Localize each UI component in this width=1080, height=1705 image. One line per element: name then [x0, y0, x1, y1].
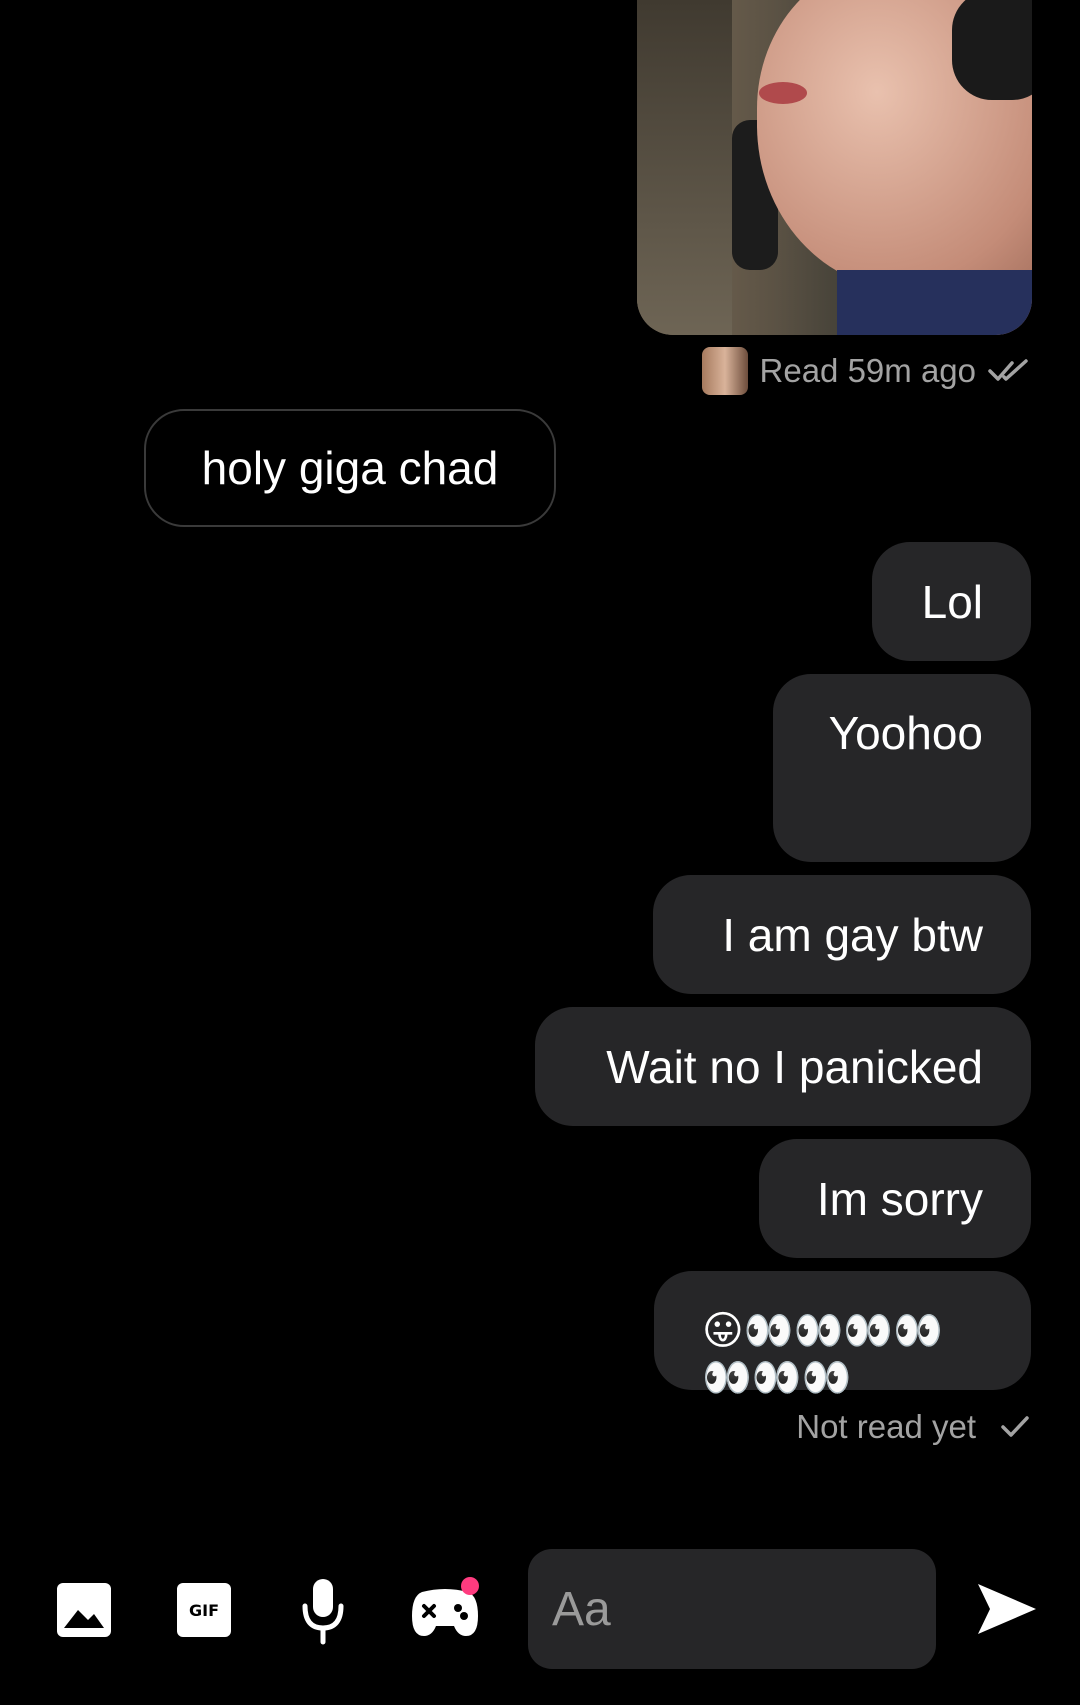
read-receipt-text: Read 59m ago [759, 352, 976, 389]
outgoing-message[interactable]: Im sorry [759, 1139, 1031, 1258]
message-text: Lol [921, 576, 983, 628]
message-text: Wait no I panicked [606, 1041, 983, 1093]
gif-label: GIF [177, 1583, 231, 1637]
photo-shirt [837, 270, 1032, 335]
message-text: holy giga chad [201, 442, 499, 494]
message-input[interactable]: Aa [528, 1549, 936, 1669]
delivery-status-row: Not read yet [796, 1402, 1030, 1452]
photo-background [637, 0, 732, 335]
message-text: Im sorry [816, 1173, 983, 1225]
outgoing-message[interactable]: 😛👀👀👀👀👀👀👀 [654, 1271, 1031, 1400]
message-input-placeholder: Aa [552, 1582, 611, 1636]
photo-headphone [952, 0, 1032, 100]
read-receipt-row: Read 59m ago [701, 346, 1030, 396]
outgoing-message[interactable]: Lol [872, 542, 1031, 661]
game-controller-icon[interactable] [408, 1576, 482, 1642]
outgoing-message[interactable]: Wait no I panicked [535, 1007, 1031, 1126]
outgoing-message[interactable]: I am gay btw [653, 875, 1031, 994]
message-text: Yoohoo [828, 707, 983, 759]
check-icon [1000, 1414, 1030, 1440]
gif-icon[interactable]: GIF [176, 1582, 232, 1638]
message-text: I am gay btw [722, 909, 983, 961]
outgoing-message[interactable]: Yoohoo [773, 674, 1031, 862]
double-check-icon [988, 357, 1030, 385]
incoming-message[interactable]: holy giga chad [144, 409, 556, 527]
delivery-status-text: Not read yet [796, 1408, 976, 1445]
photo-lips [759, 82, 807, 104]
send-icon[interactable] [974, 1580, 1040, 1638]
avatar [701, 347, 748, 395]
sent-photo[interactable] [637, 0, 1032, 335]
microphone-icon[interactable] [298, 1576, 348, 1646]
image-icon[interactable] [56, 1582, 112, 1638]
emoji-message-text: 😛👀👀👀👀👀👀👀 [702, 1309, 943, 1400]
